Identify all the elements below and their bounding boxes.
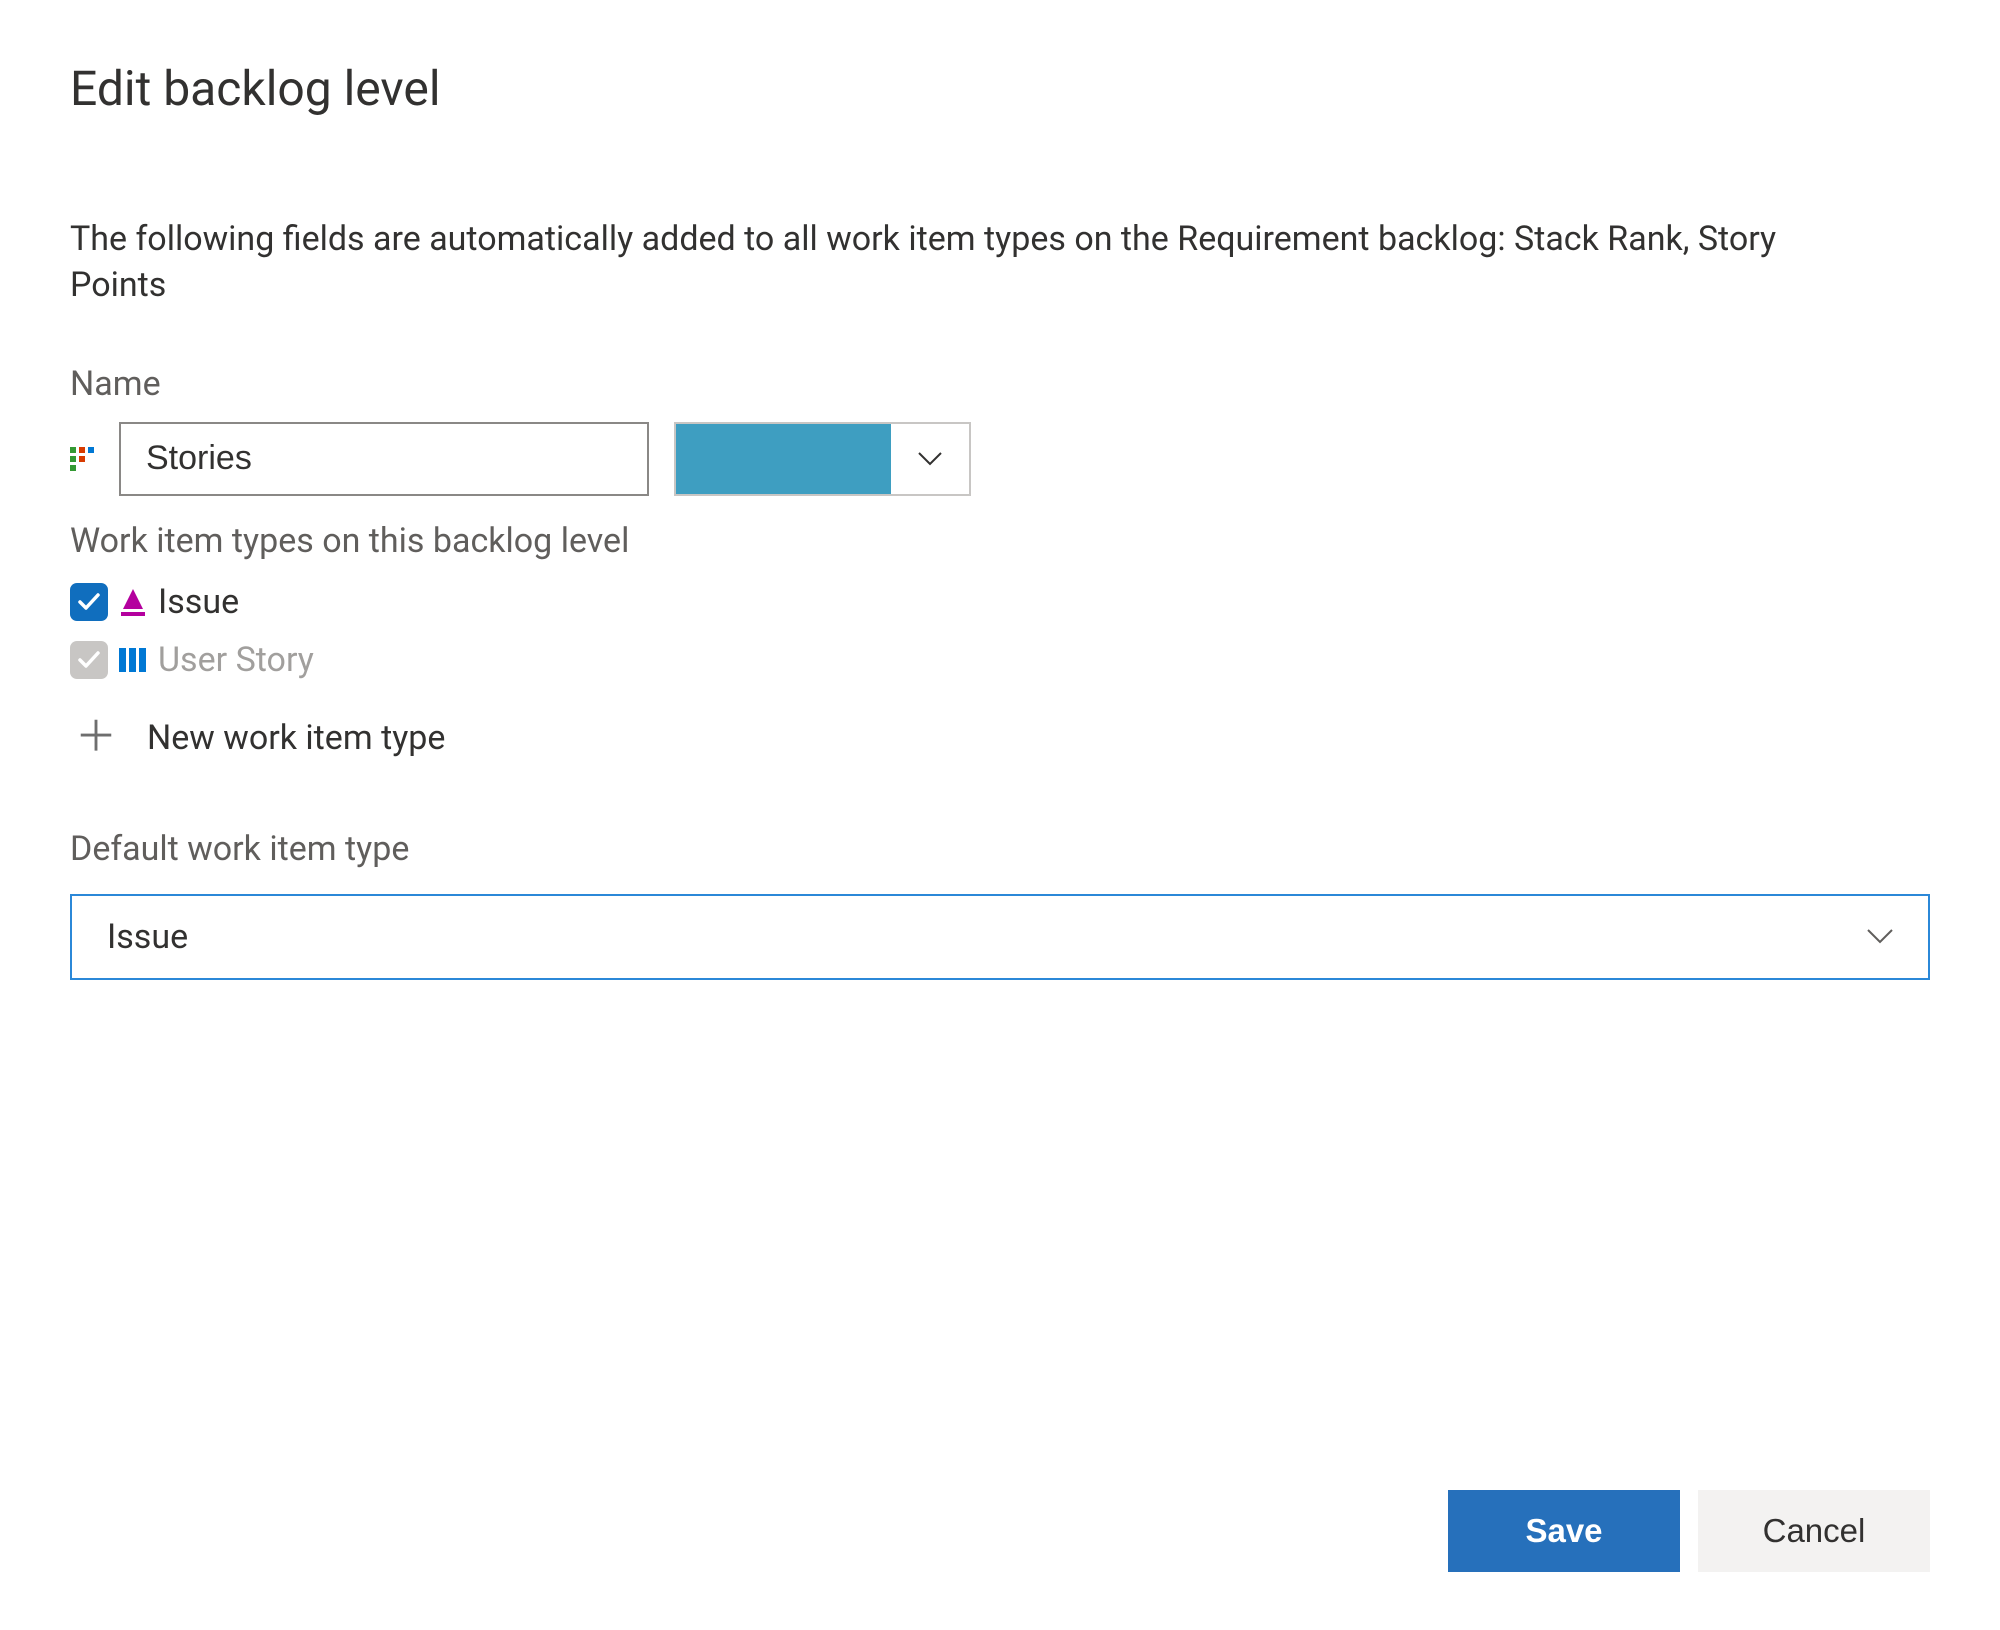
name-input[interactable] [119, 422, 649, 496]
default-type-value: Issue [107, 917, 188, 957]
dialog-footer: Save Cancel [1448, 1490, 1930, 1572]
default-type-label: Default work item type [70, 829, 1930, 869]
work-item-type-label: Issue [158, 582, 239, 622]
work-item-type-row: User Story [70, 631, 1930, 689]
name-row [70, 422, 1930, 496]
cancel-button[interactable]: Cancel [1698, 1490, 1930, 1572]
issue-icon [118, 587, 148, 617]
chevron-down-icon [1867, 929, 1893, 944]
backlog-level-icon [70, 447, 94, 471]
checkbox-issue[interactable] [70, 583, 108, 621]
plus-icon: ＋ [75, 717, 117, 759]
description-text: The following fields are automatically a… [70, 217, 1870, 309]
new-work-item-type-button[interactable]: ＋ New work item type [75, 717, 1930, 759]
default-type-select[interactable]: Issue [70, 894, 1930, 980]
user-story-icon [118, 646, 148, 674]
chevron-down-icon [891, 424, 969, 494]
work-item-types-list: Issue User Story [70, 573, 1930, 689]
save-button[interactable]: Save [1448, 1490, 1680, 1572]
checkbox-user-story [70, 641, 108, 679]
color-picker[interactable] [674, 422, 971, 496]
color-swatch [676, 424, 891, 494]
new-work-item-type-label: New work item type [147, 718, 445, 758]
name-label: Name [70, 364, 1930, 404]
work-item-type-row: Issue [70, 573, 1930, 631]
work-item-types-label: Work item types on this backlog level [70, 521, 1930, 561]
dialog-title: Edit backlog level [70, 60, 1930, 117]
work-item-type-label: User Story [158, 640, 314, 680]
